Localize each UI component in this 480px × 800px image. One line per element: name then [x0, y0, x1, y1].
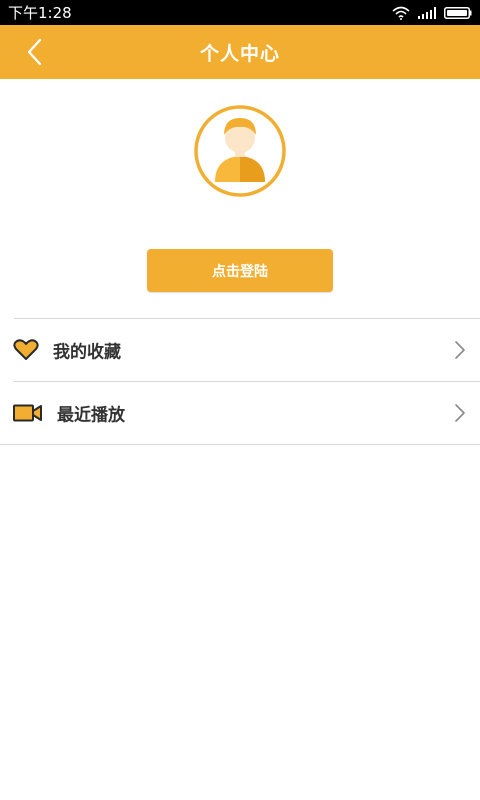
status-time: 下午1:28: [8, 4, 72, 22]
back-button[interactable]: [18, 35, 52, 69]
menu-item-favorites[interactable]: 我的收藏: [0, 319, 480, 381]
battery-icon: [444, 6, 472, 19]
video-camera-icon: [13, 404, 43, 422]
wifi-icon: [392, 6, 410, 20]
menu-item-recent[interactable]: 最近播放: [0, 382, 480, 444]
divider: [0, 444, 480, 445]
status-bar: 下午1:28: [0, 0, 480, 25]
login-button[interactable]: 点击登陆: [147, 249, 333, 292]
menu-label-favorites: 我的收藏: [53, 342, 121, 363]
chevron-right-icon: [454, 340, 466, 360]
status-icons: [392, 6, 472, 20]
chevron-left-icon: [27, 38, 42, 66]
signal-icon: [418, 6, 436, 19]
page-title: 个人中心: [199, 42, 280, 65]
title-bar: 个人中心: [0, 25, 480, 79]
chevron-right-icon: [454, 403, 466, 423]
menu-label-recent: 最近播放: [57, 405, 125, 426]
heart-icon: [13, 339, 39, 361]
user-avatar-icon[interactable]: [190, 104, 290, 198]
